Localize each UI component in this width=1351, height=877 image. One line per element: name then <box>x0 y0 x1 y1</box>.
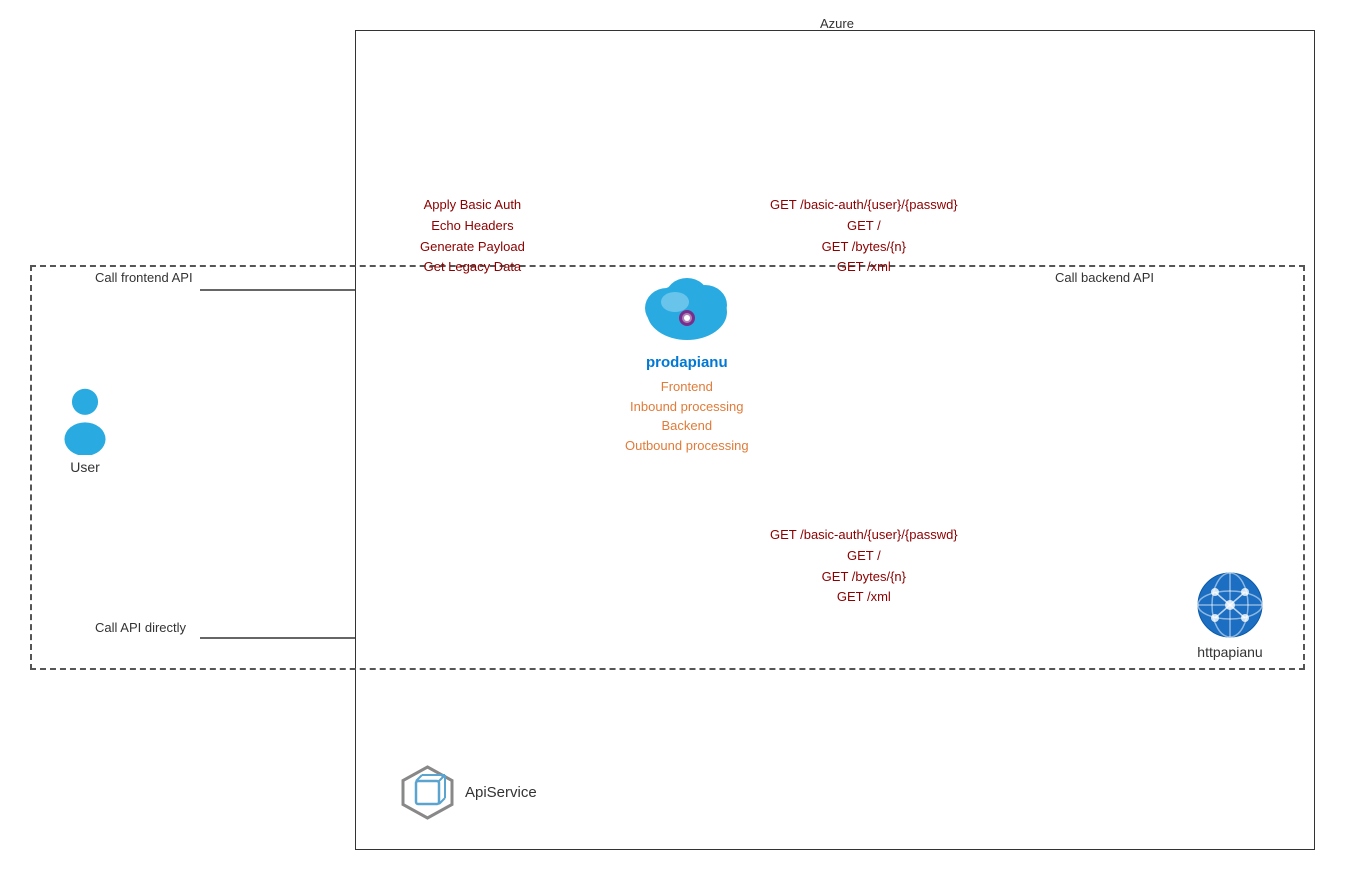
backend-routes-bottom-label: GET /basic-auth/{user}/{passwd} GET / GE… <box>770 525 958 608</box>
network-icon <box>1195 570 1265 640</box>
user-icon <box>55 385 115 455</box>
call-directly-label: Call API directly <box>95 618 186 639</box>
network-area: httpapianu <box>1195 570 1265 660</box>
cloud-sub-labels: Frontend Inbound processing Backend Outb… <box>625 377 749 455</box>
call-frontend-label: Call frontend API <box>95 268 193 289</box>
cloud-area: prodapianu Frontend Inbound processing B… <box>625 270 749 455</box>
frontend-operations-label: Apply Basic Auth Echo Headers Generate P… <box>420 195 525 278</box>
azure-label: Azure <box>820 14 854 35</box>
user-label: User <box>70 459 100 475</box>
call-backend-label: Call backend API <box>1055 268 1154 289</box>
cloud-sub-1: Inbound processing <box>630 397 743 417</box>
cloud-sub-2: Backend <box>662 416 713 436</box>
cloud-name-label: prodapianu <box>646 354 728 371</box>
network-label: httpapianu <box>1197 644 1262 660</box>
api-service-label: ApiService <box>465 784 537 801</box>
route-top-1: GET /basic-auth/{user}/{passwd} <box>770 195 958 216</box>
diagram: Azure User Apply Basic Auth Echo Headers… <box>0 0 1351 877</box>
cloud-sub-0: Frontend <box>661 377 713 397</box>
op-2: Echo Headers <box>420 216 525 237</box>
user-area: User <box>55 385 115 475</box>
route-top-3: GET /bytes/{n} <box>770 237 958 258</box>
api-service-area: ApiService <box>400 765 537 820</box>
api-service-icon <box>400 765 455 820</box>
route-top-4: GET /xml <box>770 257 958 278</box>
route-top-2: GET / <box>770 216 958 237</box>
route-bot-3: GET /bytes/{n} <box>770 567 958 588</box>
cloud-icon <box>637 270 737 350</box>
cloud-sub-3: Outbound processing <box>625 436 749 456</box>
route-bot-4: GET /xml <box>770 587 958 608</box>
route-bot-1: GET /basic-auth/{user}/{passwd} <box>770 525 958 546</box>
op-3: Generate Payload <box>420 237 525 258</box>
route-bot-2: GET / <box>770 546 958 567</box>
op-1: Apply Basic Auth <box>420 195 525 216</box>
backend-routes-top-label: GET /basic-auth/{user}/{passwd} GET / GE… <box>770 195 958 278</box>
op-4: Get Legacy Data <box>420 257 525 278</box>
